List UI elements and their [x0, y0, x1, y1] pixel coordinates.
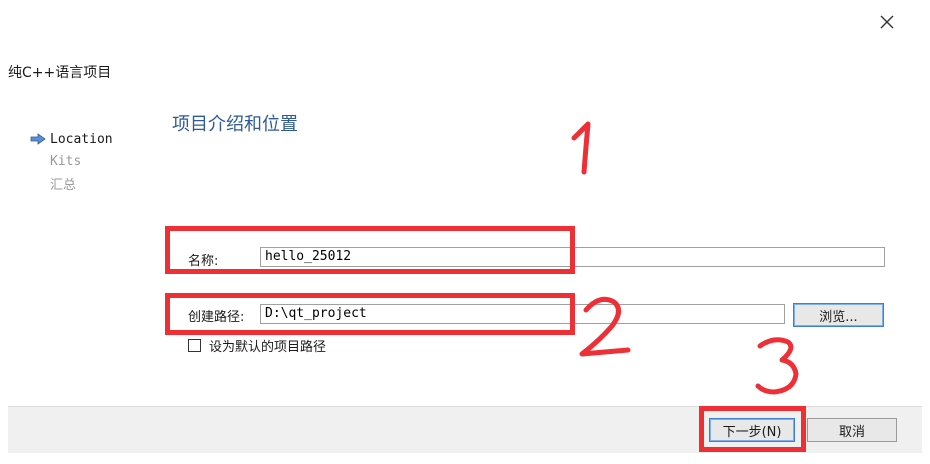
name-input[interactable] — [260, 247, 885, 267]
path-input[interactable] — [260, 304, 785, 324]
close-button[interactable] — [873, 8, 901, 36]
default-path-label: 设为默认的项目路径 — [209, 340, 327, 355]
browse-button[interactable]: 浏览... — [793, 303, 884, 327]
default-path-checkbox[interactable] — [188, 339, 201, 352]
wizard-window: 纯C++语言项目 Location Kits 汇总 项目介绍和位置 名称: 创建… — [0, 0, 930, 464]
arrow-right-icon — [30, 133, 50, 145]
window-title: 纯C++语言项目 — [8, 65, 112, 81]
default-path-checkbox-row[interactable]: 设为默认的项目路径 — [188, 336, 326, 355]
cancel-button[interactable]: 取消 — [807, 418, 897, 442]
step-summary[interactable]: 汇总 — [30, 172, 150, 194]
annotation-number-1 — [571, 121, 591, 175]
step-location[interactable]: Location — [30, 128, 150, 150]
annotation-number-3 — [755, 337, 799, 395]
step-label: Location — [50, 131, 113, 147]
step-kits[interactable]: Kits — [30, 150, 150, 172]
step-label: Kits — [50, 153, 82, 169]
wizard-steps: Location Kits 汇总 — [30, 128, 150, 194]
name-label: 名称: — [188, 254, 219, 269]
page-title: 项目介绍和位置 — [172, 114, 298, 135]
next-button[interactable]: 下一步(N) — [709, 418, 795, 442]
step-label: 汇总 — [50, 177, 77, 193]
close-icon — [880, 15, 894, 29]
annotation-number-2 — [579, 296, 631, 357]
path-label: 创建路径: — [188, 310, 245, 325]
